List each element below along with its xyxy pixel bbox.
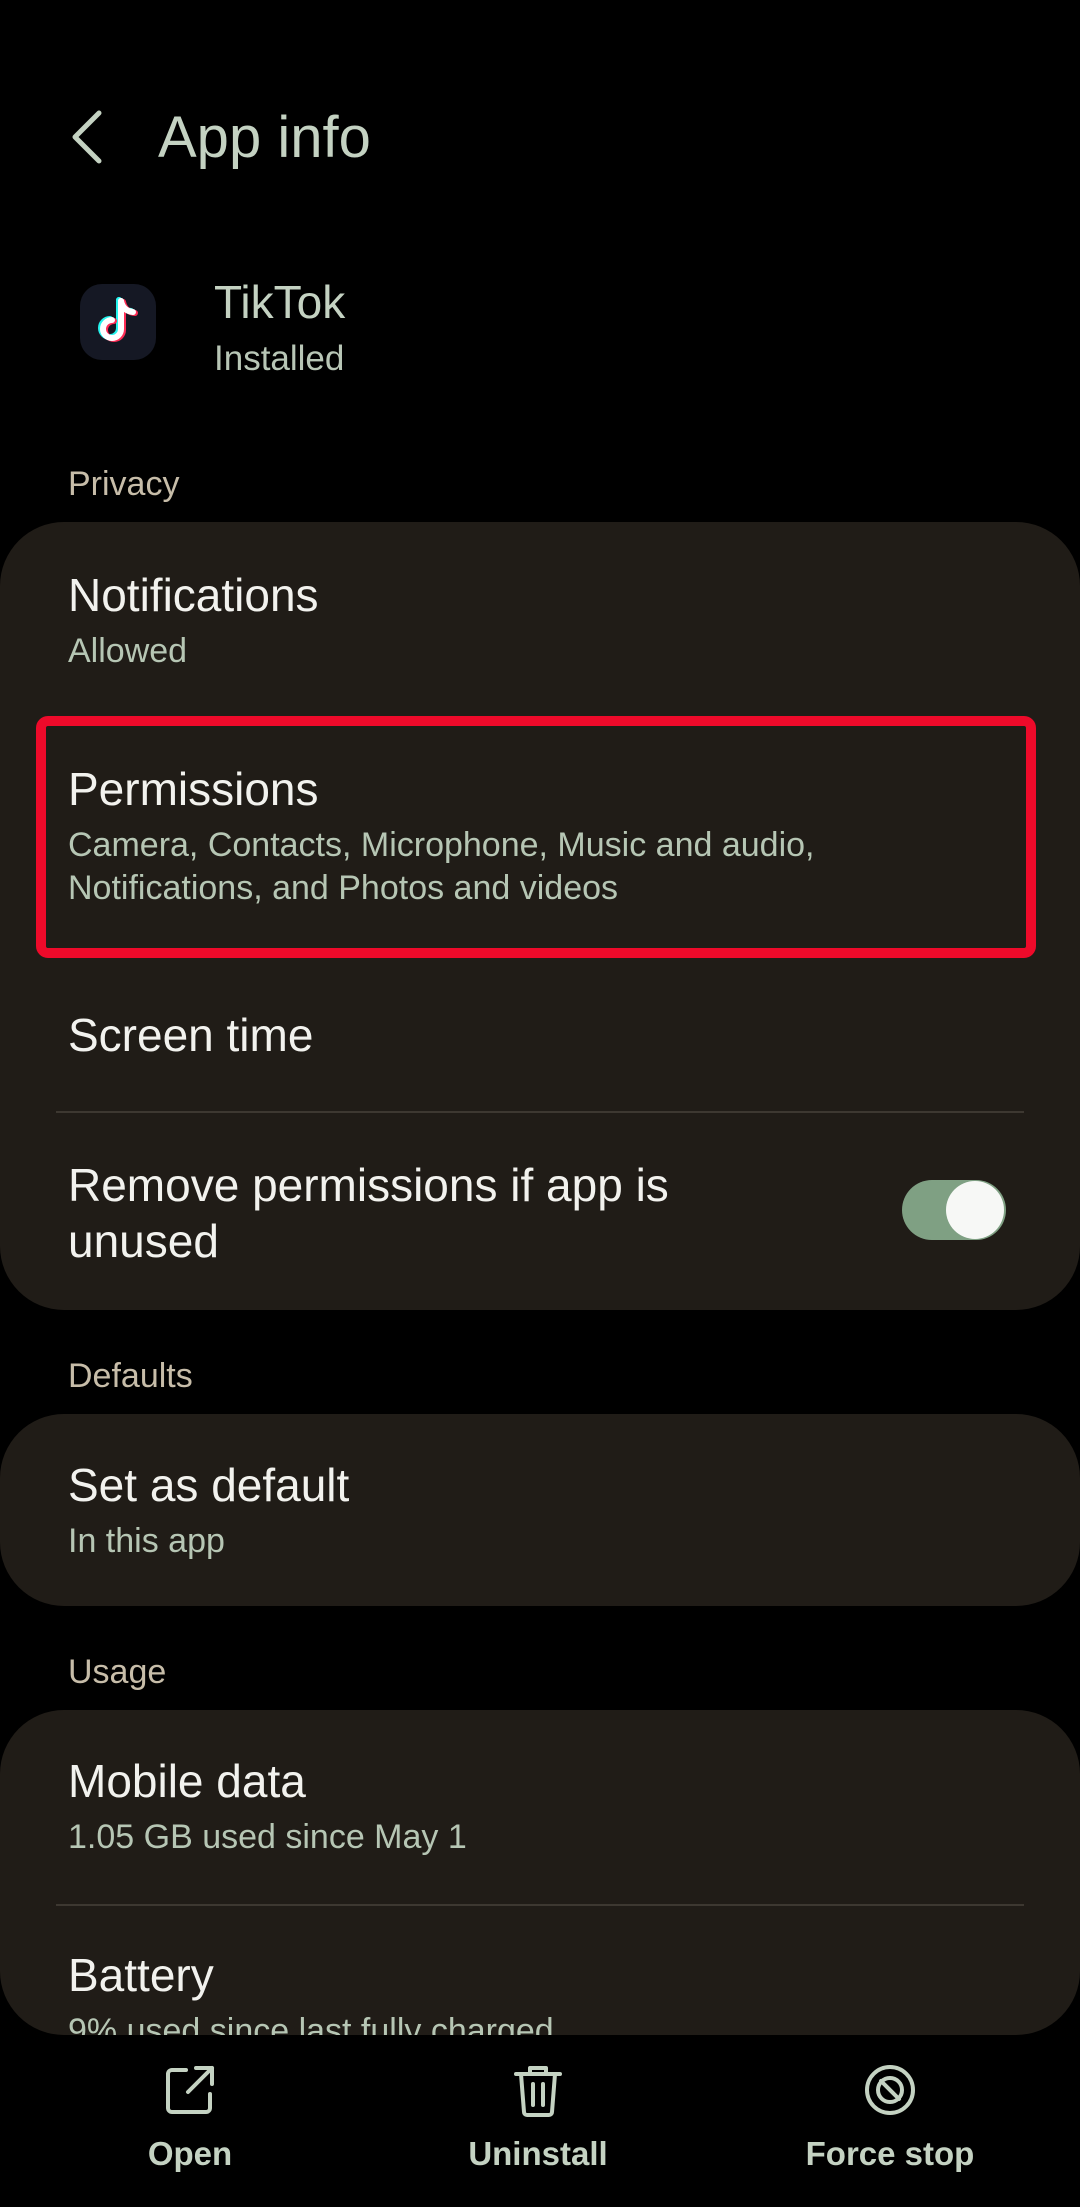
usage-card: Mobile data 1.05 GB used since May 1 Bat…	[0, 1710, 1080, 2035]
open-button[interactable]: Open	[40, 2060, 340, 2190]
remove-permissions-title-line2: unused	[68, 1215, 219, 1267]
notifications-subtitle: Allowed	[68, 632, 188, 670]
force-stop-label: Force stop	[805, 2135, 975, 2172]
block-icon	[865, 2065, 915, 2115]
top-app-bar: App info	[0, 0, 1080, 260]
open-external-icon	[166, 2066, 214, 2114]
screen-time-item[interactable]: Screen time	[0, 958, 1080, 1108]
toggle-knob	[946, 1181, 1004, 1239]
section-label-usage: Usage	[68, 1653, 167, 1691]
permissions-subtitle-line1: Camera, Contacts, Microphone, Music and …	[68, 826, 815, 864]
notifications-item[interactable]: Notifications Allowed	[0, 522, 1080, 712]
remove-permissions-title-line1: Remove permissions if app is	[68, 1159, 669, 1211]
divider	[56, 1111, 1024, 1113]
uninstall-label: Uninstall	[468, 2135, 608, 2172]
mobile-data-item[interactable]: Mobile data 1.05 GB used since May 1	[0, 1710, 1080, 1902]
permissions-item[interactable]: Permissions Camera, Contacts, Microphone…	[0, 718, 1080, 958]
permissions-subtitle-line2: Notifications, and Photos and videos	[68, 869, 619, 907]
app-name: TikTok	[214, 276, 346, 328]
screen-time-title: Screen time	[68, 1009, 314, 1061]
bottom-action-bar: Open Uninstall Force stop	[0, 2040, 1080, 2207]
notifications-title: Notifications	[68, 569, 319, 621]
set-as-default-title: Set as default	[68, 1459, 350, 1511]
chevron-left-icon	[72, 110, 102, 164]
permissions-title: Permissions	[68, 763, 319, 815]
app-install-status: Installed	[214, 339, 345, 378]
force-stop-button[interactable]: Force stop	[740, 2060, 1040, 2190]
app-header: TikTok Installed	[0, 260, 1080, 410]
battery-item[interactable]: Battery 9% used since last fully charged	[0, 1906, 1080, 2035]
set-as-default-item[interactable]: Set as default In this app	[0, 1414, 1080, 1606]
back-button[interactable]	[52, 92, 122, 182]
trash-icon	[514, 2066, 562, 2117]
mobile-data-subtitle: 1.05 GB used since May 1	[68, 1818, 467, 1856]
uninstall-button[interactable]: Uninstall	[388, 2060, 688, 2190]
remove-permissions-toggle[interactable]	[902, 1180, 1006, 1240]
tiktok-logo-icon	[80, 284, 156, 360]
battery-title: Battery	[68, 1949, 214, 2001]
open-label: Open	[147, 2135, 233, 2172]
battery-subtitle: 9% used since last fully charged	[68, 2012, 554, 2035]
section-label-defaults: Defaults	[68, 1357, 193, 1395]
mobile-data-title: Mobile data	[68, 1755, 306, 1807]
section-label-privacy: Privacy	[68, 465, 180, 503]
set-as-default-subtitle: In this app	[68, 1522, 225, 1560]
defaults-card: Set as default In this app	[0, 1414, 1080, 1606]
page-title: App info	[158, 105, 371, 170]
